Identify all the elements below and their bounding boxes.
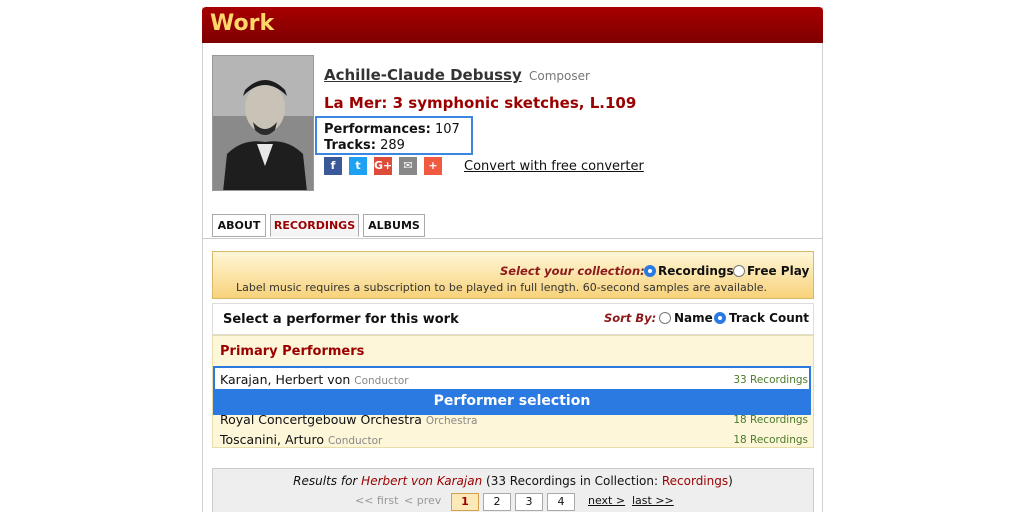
tab-divider (202, 238, 823, 239)
performer-role: Conductor (327, 435, 383, 447)
recording-count: 18 Recordings (733, 414, 808, 426)
sort-label: Sort By: (604, 311, 657, 325)
sort-trackcount-label[interactable]: Track Count (729, 311, 809, 325)
composer-portrait (212, 55, 314, 191)
page-button-3[interactable]: 3 (515, 493, 543, 511)
portrait-image (213, 56, 313, 190)
facebook-icon[interactable]: f (324, 157, 342, 175)
performances-label: Performances: (324, 122, 431, 137)
recordings-radio[interactable] (644, 265, 656, 277)
sort-name-radio[interactable] (659, 312, 671, 324)
performer-selection-outline (213, 366, 811, 415)
prev-page-link: < prev (404, 494, 442, 507)
sort-trackcount-radio[interactable] (714, 312, 726, 324)
next-page-link[interactable]: next > (588, 494, 625, 507)
tracks-value: 289 (380, 138, 405, 153)
results-summary: Results for Herbert von Karajan (33 Reco… (212, 474, 814, 488)
tracks-stat: Tracks: 289 (324, 138, 405, 153)
sort-name-label[interactable]: Name (674, 311, 713, 325)
collection-label: Select your collection: (500, 264, 645, 278)
more-share-icon[interactable]: + (424, 157, 442, 175)
performer-name[interactable]: Toscanini, Arturo (220, 432, 324, 447)
performer-row[interactable]: Toscanini, Arturo Conductor 18 Recording… (220, 432, 808, 447)
subscription-notice: Label music requires a subscription to b… (236, 281, 768, 294)
page-button-4[interactable]: 4 (547, 493, 575, 511)
page-title: Work (210, 11, 275, 36)
performer-role: Orchestra (425, 415, 478, 427)
results-performer: Herbert von Karajan (361, 474, 483, 488)
first-page-link: << first (355, 494, 399, 507)
recording-count: 18 Recordings (733, 434, 808, 446)
results-prefix: Results for (293, 474, 362, 488)
page-button-1[interactable]: 1 (451, 493, 479, 511)
performances-stat: Performances: 107 (324, 122, 460, 137)
work-title: La Mer: 3 symphonic sketches, L.109 (324, 94, 637, 112)
freeplay-radio[interactable] (733, 265, 745, 277)
tab-about[interactable]: ABOUT (212, 214, 266, 237)
last-page-link[interactable]: last >> (632, 494, 674, 507)
results-collection: Recordings (661, 474, 729, 488)
title-bar: Work (202, 7, 823, 43)
composer-role: Composer (529, 69, 590, 83)
results-suffix: ) (728, 474, 733, 488)
performances-value: 107 (434, 122, 460, 137)
freeplay-radio-label[interactable]: Free Play (747, 264, 809, 278)
tracks-label: Tracks: (324, 138, 376, 153)
results-middle: (33 Recordings in Collection: (482, 474, 662, 488)
primary-performers-title: Primary Performers (220, 344, 365, 359)
recordings-radio-label[interactable]: Recordings (658, 264, 734, 278)
convert-link[interactable]: Convert with free converter (464, 159, 644, 174)
tab-albums[interactable]: ALBUMS (363, 214, 425, 237)
performer-heading: Select a performer for this work (223, 312, 459, 327)
tab-recordings[interactable]: RECORDINGS (270, 214, 359, 237)
email-icon[interactable]: ✉ (399, 157, 417, 175)
composer-link[interactable]: Achille-Claude Debussy (324, 66, 522, 84)
page-button-2[interactable]: 2 (483, 493, 511, 511)
twitter-icon[interactable]: t (349, 157, 367, 175)
googleplus-icon[interactable]: G+ (374, 157, 392, 175)
